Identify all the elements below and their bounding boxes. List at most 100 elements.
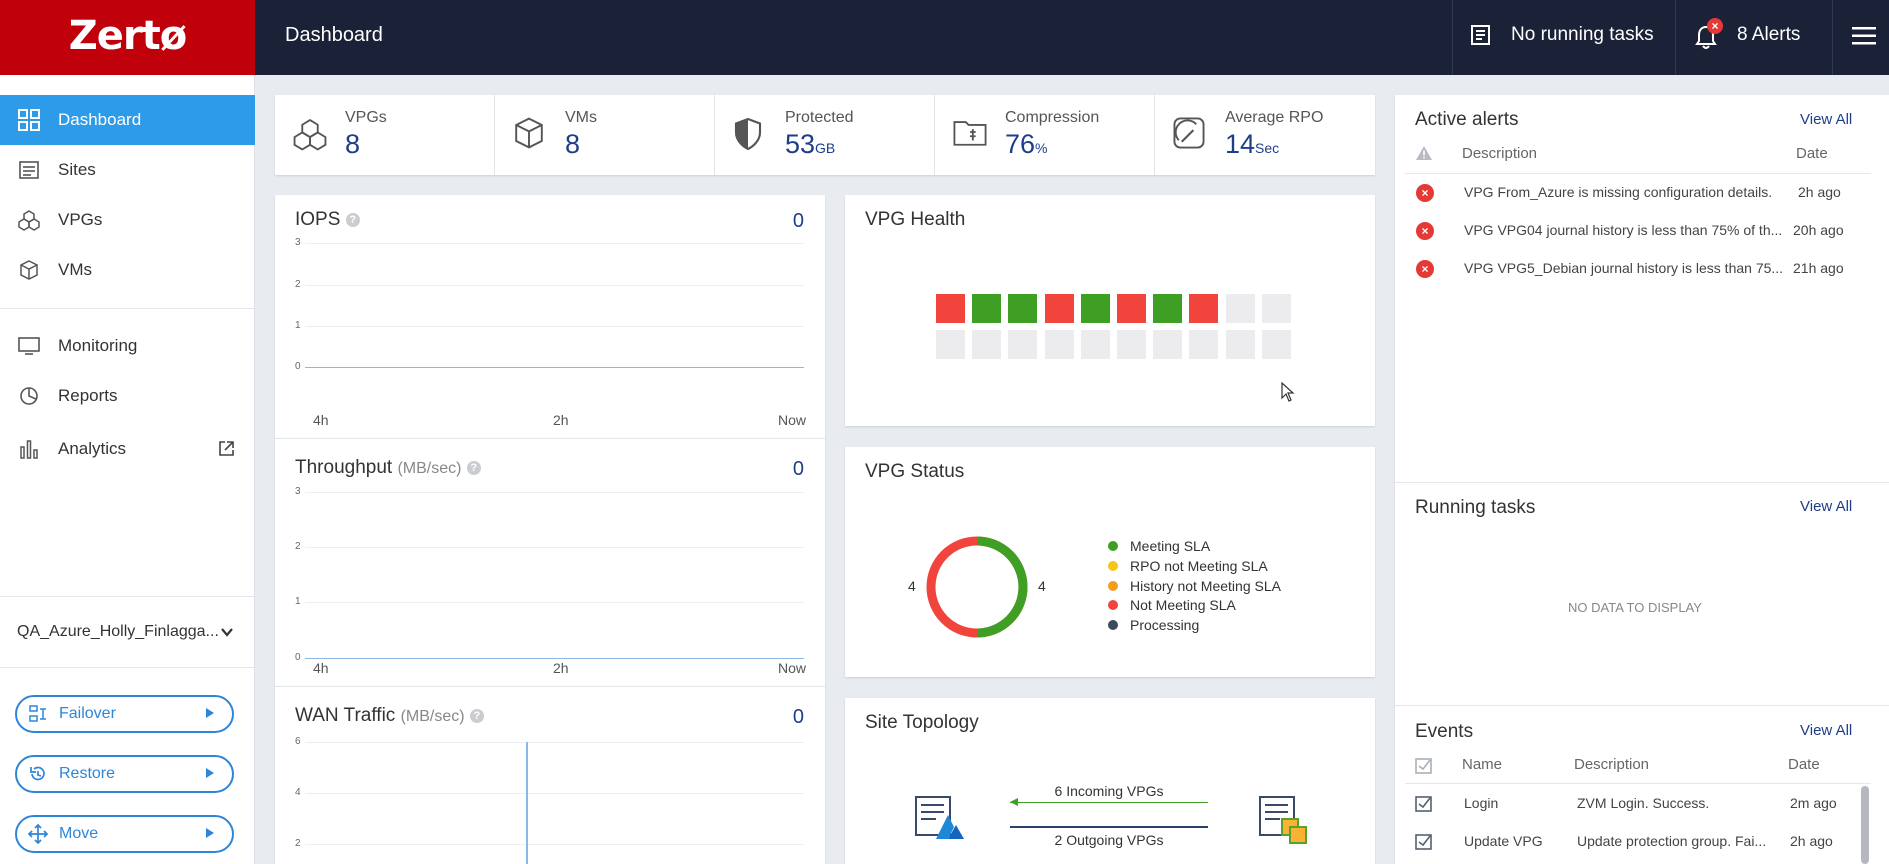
stat-protected[interactable]: Protected 53GB <box>715 95 934 175</box>
play-arrow-icon <box>206 768 214 778</box>
move-label: Move <box>59 825 99 842</box>
sidebar-item-label: Analytics <box>58 439 127 458</box>
alerts-view-all-link[interactable]: View All <box>1800 111 1852 128</box>
legend-rpo-not-meeting-sla: RPO not Meeting SLA <box>1108 558 1268 574</box>
sidebar-item-analytics[interactable]: Analytics <box>0 424 255 474</box>
stat-average-rpo[interactable]: Average RPO 14Sec <box>1155 95 1374 175</box>
alerts-count[interactable]: 8 Alerts <box>1737 0 1800 70</box>
vpg-health-cell-red[interactable] <box>1044 294 1074 323</box>
performance-card <box>275 195 825 864</box>
vpg-health-cell-green[interactable] <box>1080 294 1110 323</box>
alert-row[interactable]: × VPG From_Azure is missing configuratio… <box>1397 174 1868 212</box>
help-icon[interactable]: ? <box>469 708 484 723</box>
sidebar-item-label: VPGs <box>58 210 103 229</box>
divider <box>0 667 254 668</box>
vpg-health-cell-red[interactable] <box>1117 294 1146 323</box>
restore-button[interactable]: Restore <box>15 755 234 793</box>
stat-value: 76% <box>1005 129 1048 159</box>
external-link-icon[interactable] <box>218 440 235 462</box>
play-arrow-icon <box>206 708 214 718</box>
vpg-health-cell-empty <box>1044 330 1074 359</box>
tasks-list-icon[interactable] <box>1470 24 1492 51</box>
help-icon[interactable]: ? <box>345 212 360 227</box>
vpg-health-cell-red[interactable] <box>1189 294 1219 323</box>
vpg-health-cell-empty <box>972 330 1002 359</box>
vmware-site-icon[interactable] <box>1258 795 1310 845</box>
events-scrollbar[interactable] <box>1861 786 1869 864</box>
stat-vpgs[interactable]: VPGs 8 <box>275 95 494 175</box>
tasks-view-all-link[interactable]: View All <box>1800 498 1852 515</box>
iops-value: 0 <box>792 210 804 232</box>
event-row[interactable]: Update VPG Update protection group. Fai.… <box>1397 823 1868 861</box>
alert-date: 2h ago <box>1798 184 1841 200</box>
divider <box>0 308 254 309</box>
divider <box>0 596 254 597</box>
gauge-icon <box>1173 117 1205 154</box>
wan-traffic-spike <box>526 742 528 864</box>
alerts-header-date[interactable]: Date <box>1796 145 1828 162</box>
sidebar-item-sites[interactable]: Sites <box>0 145 255 195</box>
sidebar-item-label: VMs <box>58 260 92 279</box>
alert-description: VPG VPG5_Debian journal history is less … <box>1464 260 1784 276</box>
stat-compression[interactable]: Compression 76% <box>935 95 1154 175</box>
y-tick: 0 <box>295 361 301 372</box>
running-tasks-status[interactable]: No running tasks <box>1511 0 1654 70</box>
y-tick: 3 <box>295 237 301 248</box>
vpg-health-cell-empty <box>1153 330 1183 359</box>
site-selector[interactable]: QA_Azure_Holly_Finlagga... <box>17 623 219 641</box>
legend-meeting-sla: Meeting SLA <box>1108 538 1210 554</box>
throughput-series-line <box>305 658 804 659</box>
stat-vms[interactable]: VMs 8 <box>495 95 714 175</box>
alert-date: 20h ago <box>1793 222 1844 238</box>
divider <box>1832 0 1833 75</box>
divider <box>1395 705 1889 706</box>
event-check-icon <box>1415 794 1433 815</box>
events-header-description[interactable]: Description <box>1574 756 1649 773</box>
vpg-health-cell-green[interactable] <box>972 294 1002 323</box>
stat-value: 8 <box>345 129 361 159</box>
running-tasks-title: Running tasks <box>1415 497 1536 518</box>
vpg-health-cell-green[interactable] <box>1008 294 1038 323</box>
sidebar-item-dashboard[interactable]: Dashboard <box>0 95 255 145</box>
gridline <box>305 492 804 493</box>
event-row[interactable]: Login ZVM Login. Success. 2m ago <box>1397 785 1868 823</box>
alerts-header-description[interactable]: Description <box>1462 145 1537 162</box>
monitor-icon <box>0 336 58 356</box>
events-header-name[interactable]: Name <box>1462 756 1502 773</box>
shield-icon <box>733 117 763 156</box>
azure-site-icon[interactable] <box>914 795 966 841</box>
help-icon[interactable]: ? <box>466 460 481 475</box>
outgoing-vpgs: 2 Outgoing VPGs <box>1054 832 1164 848</box>
vpg-health-cell-green[interactable] <box>1153 294 1183 323</box>
vpg-status-donut[interactable] <box>922 532 1032 642</box>
no-data-message: NO DATA TO DISPLAY <box>1568 600 1702 615</box>
divider <box>1395 482 1889 483</box>
sidebar-item-reports[interactable]: Reports <box>0 371 255 421</box>
events-view-all-link[interactable]: View All <box>1800 722 1852 739</box>
restore-history-icon <box>17 764 59 784</box>
alert-row[interactable]: × VPG VPG5_Debian journal history is les… <box>1397 250 1868 288</box>
sidebar-item-monitoring[interactable]: Monitoring <box>0 321 255 371</box>
sites-icon <box>0 160 58 180</box>
sidebar-item-vms[interactable]: VMs <box>0 245 255 295</box>
stat-label: Protected <box>785 109 854 126</box>
event-check-icon <box>1415 832 1433 853</box>
alert-description: VPG From_Azure is missing configuration … <box>1464 184 1773 200</box>
hamburger-menu-icon[interactable] <box>1852 26 1876 51</box>
events-header-date[interactable]: Date <box>1788 756 1820 773</box>
alert-row[interactable]: × VPG VPG04 journal history is less than… <box>1397 212 1868 250</box>
sidebar-item-vpgs[interactable]: VPGs <box>0 195 255 245</box>
failover-button[interactable]: Failover <box>15 695 234 733</box>
event-name: Login <box>1464 795 1499 811</box>
alert-badge: × <box>1707 18 1723 34</box>
chevron-down-icon[interactable] <box>220 625 234 644</box>
gridline <box>305 285 804 286</box>
move-button[interactable]: Move <box>15 815 234 853</box>
vpg-health-cell-red[interactable] <box>936 294 965 323</box>
donut-left-count: 4 <box>908 578 916 594</box>
x-tick: 2h <box>553 660 569 676</box>
checkbox-icon[interactable] <box>1415 756 1433 779</box>
y-tick: 2 <box>295 279 301 290</box>
zerto-logo[interactable]: Zertø <box>0 0 255 75</box>
incoming-vpgs: 6 Incoming VPGs <box>1054 783 1164 799</box>
